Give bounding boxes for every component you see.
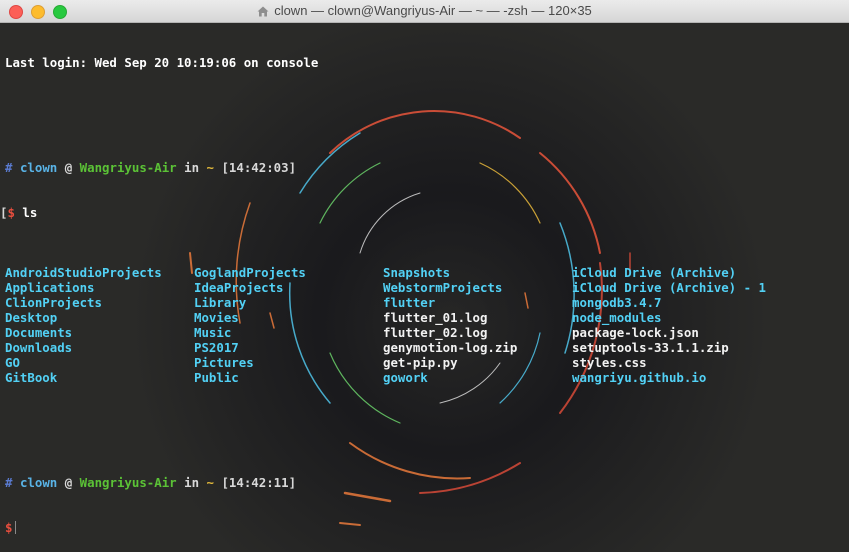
prompt-in: in bbox=[184, 160, 200, 175]
ls-entry: Downloads bbox=[5, 340, 73, 355]
ls-entry: styles.css bbox=[572, 355, 647, 370]
ls-entry: IdeaProjects bbox=[194, 280, 284, 295]
zoom-button[interactable] bbox=[53, 5, 67, 19]
ls-output: AndroidStudioProjects GoglandProjects Snap… bbox=[5, 265, 832, 385]
window-title-wrap: clown — clown@Wangriyus-Air — ~ — -zsh —… bbox=[257, 0, 592, 22]
traffic-lights bbox=[9, 5, 67, 19]
terminal-window: clown — clown@Wangriyus-Air — ~ — -zsh —… bbox=[0, 0, 849, 552]
ls-entry: flutter bbox=[383, 295, 436, 310]
prompt-host: Wangriyus-Air bbox=[79, 160, 177, 175]
ls-entry: ClionProjects bbox=[5, 295, 102, 310]
title-bar[interactable]: clown — clown@Wangriyus-Air — ~ — -zsh —… bbox=[0, 0, 849, 23]
ls-entry: node_modules bbox=[572, 310, 662, 325]
ls-entry: setuptools-33.1.1.zip bbox=[572, 340, 729, 355]
ls-entry: flutter_01.log bbox=[383, 310, 488, 325]
ls-entry: gowork bbox=[383, 370, 428, 385]
text-cursor bbox=[15, 521, 17, 534]
ls-entry: GO bbox=[5, 355, 20, 370]
ls-entry: GitBook bbox=[5, 370, 58, 385]
prompt-line-2: # clown @ Wangriyus-Air in ~ [14:42:11] bbox=[5, 475, 832, 490]
prompt-time: [14:42:11] bbox=[221, 475, 297, 490]
prompt-user: clown bbox=[19, 475, 58, 490]
prompt-user: clown bbox=[19, 160, 58, 175]
ls-entry: Public bbox=[194, 370, 239, 385]
ls-entry: mongodb3.4.7 bbox=[572, 295, 662, 310]
terminal-area[interactable]: Last login: Wed Sep 20 10:19:06 on conso… bbox=[0, 23, 849, 552]
command-line-2[interactable]: $ bbox=[5, 520, 832, 535]
ls-entry: AndroidStudioProjects bbox=[5, 265, 162, 280]
ls-entry: wangriyu.github.io bbox=[572, 370, 707, 385]
ls-entry: genymotion-log.zip bbox=[383, 340, 518, 355]
ls-entry: PS2017 bbox=[194, 340, 239, 355]
prompt-time: [14:42:03] bbox=[221, 160, 297, 175]
prompt-at: @ bbox=[64, 475, 73, 490]
ls-entry: iCloud Drive (Archive) - 1 bbox=[572, 280, 766, 295]
prompt-dollar: $ bbox=[5, 520, 13, 535]
prompt-hash: # bbox=[5, 475, 13, 490]
prompt-host: Wangriyus-Air bbox=[79, 475, 177, 490]
home-icon bbox=[257, 6, 269, 16]
ls-entry: WebstormProjects bbox=[383, 280, 503, 295]
prompt-line-1: # clown @ Wangriyus-Air in ~ [14:42:03] bbox=[5, 160, 832, 175]
prompt-dir: ~ bbox=[206, 160, 214, 175]
prompt-dollar: $ bbox=[7, 205, 15, 220]
command-text: ls bbox=[22, 205, 38, 220]
ls-entry: package-lock.json bbox=[572, 325, 699, 340]
ls-entry: Music bbox=[194, 325, 232, 340]
command-line-1: [$ ls bbox=[0, 205, 832, 220]
ls-entry: Snapshots bbox=[383, 265, 451, 280]
terminal-output: Last login: Wed Sep 20 10:19:06 on conso… bbox=[0, 25, 832, 552]
ls-entry: GoglandProjects bbox=[194, 265, 306, 280]
prompt-in: in bbox=[184, 475, 200, 490]
prompt-dir: ~ bbox=[206, 475, 214, 490]
close-button[interactable] bbox=[9, 5, 23, 19]
prompt-at: @ bbox=[64, 160, 73, 175]
ls-entry: Documents bbox=[5, 325, 73, 340]
ls-entry: Movies bbox=[194, 310, 239, 325]
last-login-line: Last login: Wed Sep 20 10:19:06 on conso… bbox=[5, 55, 319, 70]
ls-entry: Desktop bbox=[5, 310, 58, 325]
ls-entry: Applications bbox=[5, 280, 95, 295]
ls-entry: get-pip.py bbox=[383, 355, 458, 370]
ls-entry: iCloud Drive (Archive) bbox=[572, 265, 737, 280]
ls-entry: Library bbox=[194, 295, 247, 310]
prompt-hash: # bbox=[5, 160, 13, 175]
minimize-button[interactable] bbox=[31, 5, 45, 19]
ls-entry: Pictures bbox=[194, 355, 254, 370]
ls-entry: flutter_02.log bbox=[383, 325, 488, 340]
window-title: clown — clown@Wangriyus-Air — ~ — -zsh —… bbox=[274, 3, 592, 18]
